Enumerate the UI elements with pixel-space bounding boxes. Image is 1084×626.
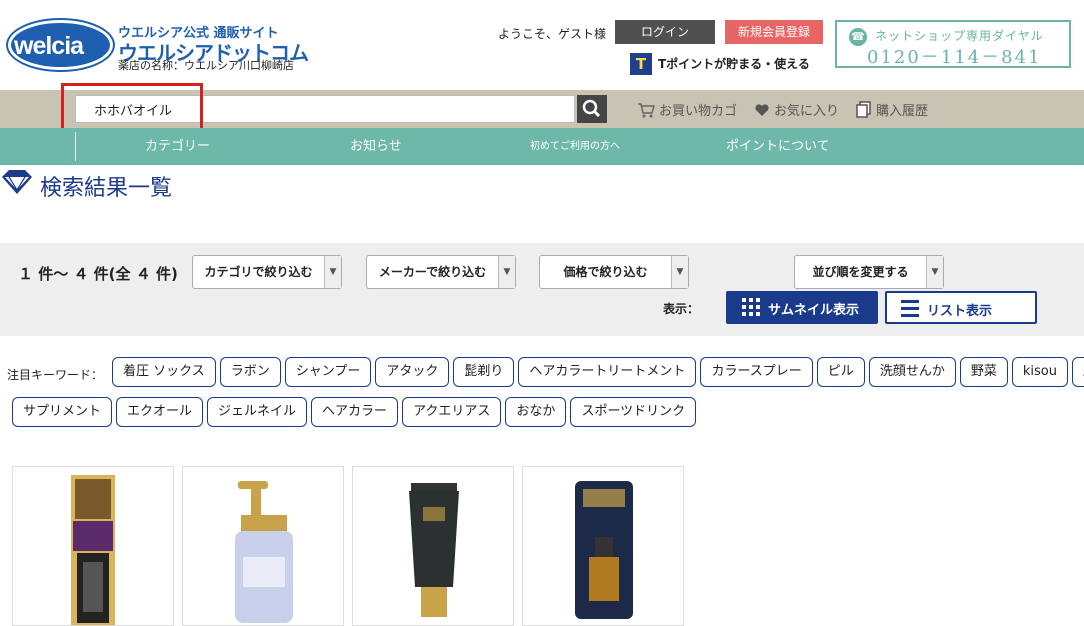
thumbnail-view-label: サムネイル表示 — [768, 303, 860, 318]
keyword-tag[interactable]: 野菜 — [959, 357, 1008, 387]
search-button[interactable] — [577, 95, 607, 123]
keyword-tag[interactable]: カラースプレー — [700, 357, 813, 387]
favorites-link[interactable]: お気に入り — [754, 100, 839, 119]
view-label: 表示： — [663, 302, 700, 316]
store-name: 薬店の名称：ウエルシア川口柳崎店 — [118, 59, 294, 72]
keyword-tag[interactable]: スポーツドリンク — [570, 397, 697, 427]
tpoint-icon: T — [630, 53, 652, 75]
nav-item-first-time[interactable]: 初めてご利用の方へ — [530, 128, 620, 165]
keyword-tag[interactable]: シャンプー — [284, 357, 372, 387]
product-image-brush — [71, 475, 115, 625]
product-image-oil — [575, 481, 633, 619]
keyword-tag[interactable]: アクエリアス — [402, 397, 502, 427]
product-image-pump — [235, 481, 293, 623]
chevron-down-icon: ▼ — [926, 256, 943, 288]
main-nav: カテゴリー お知らせ 初めてご利用の方へ ポイントについて — [0, 128, 1084, 165]
keyword-tag[interactable]: エクオール — [116, 397, 204, 427]
document-icon — [856, 101, 871, 118]
grid-icon — [742, 298, 760, 316]
history-link[interactable]: 購入履歴 — [856, 100, 928, 119]
list-view-button[interactable]: リスト表示 — [885, 291, 1037, 324]
chevron-down-icon: ▼ — [671, 256, 688, 288]
keyword-tag[interactable]: 着圧 ソックス — [112, 357, 216, 387]
history-label: 購入履歴 — [876, 104, 929, 119]
diamond-icon — [2, 170, 32, 194]
phone-dial-box: ☎ ネットショップ専用ダイヤル 0120－114－841 — [835, 20, 1071, 68]
keyword-tag[interactable]: アタック — [375, 357, 450, 387]
product-card[interactable] — [352, 466, 514, 626]
keywords-row-1: 着圧 ソックス ラボン シャンプー アタック 髭剃り ヘアカラートリートメント … — [112, 357, 1084, 387]
product-card[interactable] — [182, 466, 344, 626]
cart-icon — [638, 102, 655, 117]
sort-dropdown[interactable]: 並び順を変更する ▼ — [794, 255, 944, 289]
nav-divider — [75, 132, 76, 161]
maker-filter-dropdown[interactable]: メーカーで絞り込む ▼ — [366, 255, 516, 289]
keywords-label: 注目キーワード： — [7, 368, 104, 382]
result-count: １ 件～ ４ 件(全 ４ 件) — [18, 265, 178, 283]
logo-text: welcia — [14, 32, 84, 60]
keyword-tag[interactable]: ピル — [816, 357, 865, 387]
login-button[interactable]: ログイン — [615, 20, 715, 44]
keyword-tag[interactable]: ジェルネイル — [207, 397, 308, 427]
nav-item-news[interactable]: お知らせ — [350, 128, 402, 165]
category-filter-label: カテゴリで絞り込む — [204, 265, 313, 279]
product-card[interactable] — [12, 466, 174, 626]
favorites-label: お気に入り — [774, 104, 840, 119]
search-highlight — [61, 83, 203, 132]
chevron-down-icon: ▼ — [324, 256, 341, 288]
keyword-tag[interactable]: ヘアカラー — [311, 397, 399, 427]
keyword-tag[interactable]: 髭剃り — [453, 357, 515, 387]
tpoint-text: Tポイントが貯まる・使える — [658, 57, 810, 71]
price-filter-dropdown[interactable]: 価格で絞り込む ▼ — [539, 255, 689, 289]
price-filter-label: 価格で絞り込む — [563, 265, 648, 279]
keyword-tag[interactable]: 洗顔せんか — [868, 357, 956, 387]
phone-icon: ☎ — [849, 28, 867, 46]
maker-filter-label: メーカーで絞り込む — [378, 265, 487, 279]
keyword-tag[interactable]: 脱毛 — [1071, 357, 1084, 387]
cart-link[interactable]: お買い物カゴ — [637, 100, 737, 119]
product-image-tube — [409, 483, 459, 617]
product-card[interactable] — [522, 466, 684, 626]
keywords-row-2: サプリメント エクオール ジェルネイル ヘアカラー アクエリアス おなか スポー… — [12, 397, 697, 427]
keyword-tag[interactable]: ヘアカラートリートメント — [518, 357, 697, 387]
welcome-text: ようこそ、ゲスト様 — [498, 27, 607, 41]
keyword-tag[interactable]: ラボン — [219, 357, 281, 387]
keyword-tag[interactable]: サプリメント — [12, 397, 113, 427]
nav-item-category[interactable]: カテゴリー — [145, 128, 210, 165]
nav-item-points[interactable]: ポイントについて — [726, 128, 830, 165]
chevron-down-icon: ▼ — [498, 256, 515, 288]
list-view-label: リスト表示 — [927, 304, 993, 319]
list-icon — [901, 300, 919, 317]
heart-icon — [755, 103, 769, 116]
search-icon — [582, 99, 601, 118]
category-filter-dropdown[interactable]: カテゴリで絞り込む ▼ — [192, 255, 342, 289]
sort-label: 並び順を変更する — [812, 265, 909, 279]
thumbnail-view-button[interactable]: サムネイル表示 — [726, 291, 878, 324]
keyword-tag[interactable]: kisou — [1011, 357, 1068, 387]
cart-label: お買い物カゴ — [659, 104, 738, 119]
keyword-tag[interactable]: おなか — [505, 397, 567, 427]
dial-number: 0120－114－841 — [867, 47, 1042, 68]
page-title: 検索結果一覧 — [40, 176, 173, 201]
dial-label: ネットショップ専用ダイヤル — [875, 29, 1044, 43]
register-button[interactable]: 新規会員登録 — [725, 20, 823, 44]
